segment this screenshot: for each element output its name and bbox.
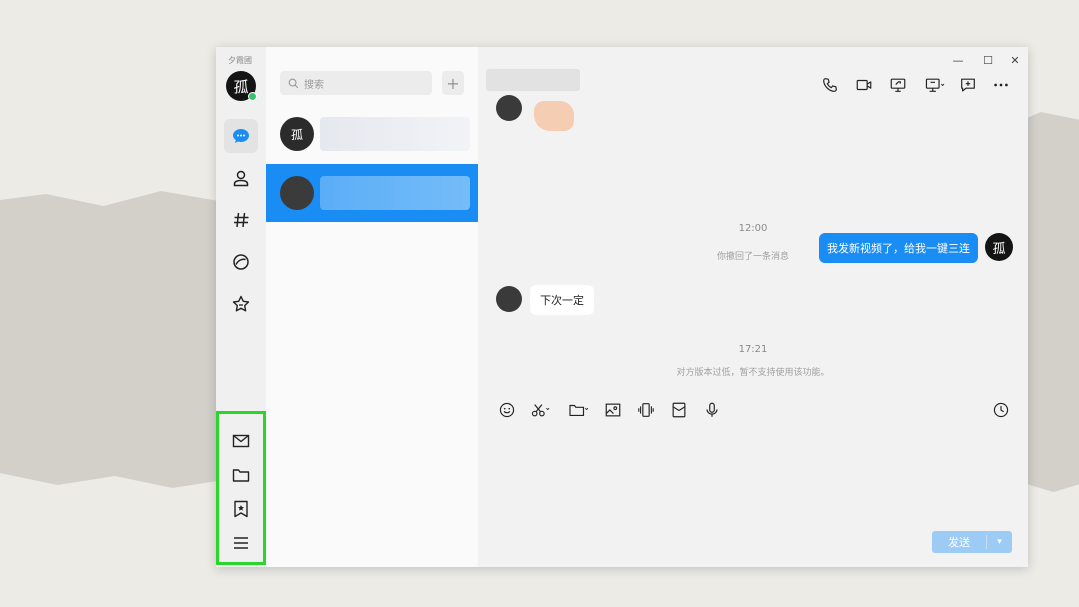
video-call-button[interactable]	[852, 74, 876, 96]
conversation-item-selected[interactable]	[266, 164, 478, 222]
video-camera-icon	[856, 79, 872, 91]
chat-bubble-icon	[233, 129, 249, 143]
system-notice: 对方版本过低，暂不支持使用该功能。	[676, 368, 830, 378]
my-avatar[interactable]: 孤	[226, 71, 257, 101]
nav-discover[interactable]	[224, 245, 258, 279]
person-icon	[233, 170, 249, 187]
chat-pane: — ☐ ✕ 12:00 你撤回了一条消息 我发新视频了，给我一键三连 孤 下次一…	[478, 47, 1028, 567]
star-icon	[232, 295, 250, 312]
microphone-icon	[706, 402, 718, 417]
background-paper-left	[0, 191, 230, 488]
smiley-icon	[499, 402, 515, 418]
conversation-item[interactable]: 孤	[266, 105, 478, 163]
conversation-avatar: 孤	[280, 117, 314, 151]
new-group-chat-button[interactable]	[956, 74, 980, 96]
send-image-button[interactable]	[600, 399, 626, 421]
voice-message-button[interactable]	[699, 399, 725, 421]
my-avatar-glyph: 孤	[233, 77, 249, 96]
send-options-dropdown[interactable]: ▾	[987, 537, 1012, 547]
more-options-button[interactable]	[989, 74, 1013, 96]
add-chat-icon	[961, 78, 975, 92]
peer-avatar[interactable]	[496, 286, 522, 312]
conversation-name-blurred	[320, 176, 470, 210]
red-packet-button[interactable]	[666, 399, 692, 421]
image-icon	[605, 403, 621, 417]
conversation-list: 搜索 + 孤	[266, 47, 478, 567]
screenshot-button[interactable]	[526, 399, 556, 421]
remote-assist-dropdown[interactable]	[920, 74, 950, 96]
search-icon	[288, 78, 299, 88]
screen-share-icon	[890, 78, 906, 92]
conversation-name-blurred	[320, 117, 470, 151]
sticker-message[interactable]	[534, 101, 574, 131]
more-dots-icon	[994, 83, 1008, 87]
qq-window: 夕霞國 孤 搜索 + 孤 — ☐ ✕ 12:00 你撤回了一条消息 我发新视频了…	[216, 47, 1028, 567]
nav-favorites[interactable]	[224, 287, 258, 321]
clock-icon	[993, 402, 1009, 418]
nav-rail: 夕霞國 孤	[216, 47, 266, 567]
phone-icon	[823, 78, 837, 92]
emoji-button[interactable]	[494, 399, 520, 421]
my-message-avatar[interactable]: 孤	[985, 233, 1013, 261]
message-list[interactable]: 12:00 你撤回了一条消息 我发新视频了，给我一键三连 孤 下次一定 17:2…	[478, 95, 1028, 397]
send-file-button[interactable]	[564, 399, 594, 421]
nav-messages[interactable]	[224, 119, 258, 153]
conversation-avatar	[280, 176, 314, 210]
close-button[interactable]: ✕	[1005, 53, 1025, 67]
chat-title-blurred	[486, 69, 580, 91]
maximize-button[interactable]: ☐	[978, 53, 998, 67]
app-name: 夕霞國	[228, 56, 252, 65]
add-button[interactable]: +	[442, 71, 464, 95]
shake-button[interactable]	[633, 399, 659, 421]
minimize-button[interactable]: —	[948, 53, 968, 67]
screen-share-button[interactable]	[886, 74, 910, 96]
online-status-dot	[248, 92, 257, 101]
incoming-message-text: 下次一定	[540, 294, 584, 307]
incoming-message-bubble[interactable]: 下次一定	[530, 285, 594, 315]
message-timestamp: 17:21	[738, 344, 768, 355]
send-button-label: 发送	[948, 536, 970, 549]
folder-icon	[569, 404, 589, 416]
message-history-button[interactable]	[988, 399, 1014, 421]
outgoing-message-bubble[interactable]: 我发新视频了，给我一键三连	[819, 233, 978, 263]
red-envelope-icon	[672, 402, 686, 418]
remote-desktop-icon	[925, 78, 945, 92]
outgoing-message-text: 我发新视频了，给我一键三连	[827, 242, 970, 255]
peer-avatar[interactable]	[496, 95, 522, 121]
search-input[interactable]: 搜索	[280, 71, 432, 95]
highlight-annotation-box	[216, 411, 266, 565]
send-button[interactable]: 发送 ▾	[932, 531, 1012, 553]
nav-contacts[interactable]	[224, 161, 258, 195]
search-placeholder: 搜索	[304, 79, 324, 91]
scissors-icon	[531, 404, 550, 417]
voice-call-button[interactable]	[818, 74, 842, 96]
nav-channels[interactable]	[224, 203, 258, 237]
shake-phone-icon	[638, 403, 654, 417]
my-message-avatar-glyph: 孤	[992, 241, 1006, 257]
hashtag-icon	[234, 212, 249, 228]
planet-icon	[233, 254, 249, 270]
